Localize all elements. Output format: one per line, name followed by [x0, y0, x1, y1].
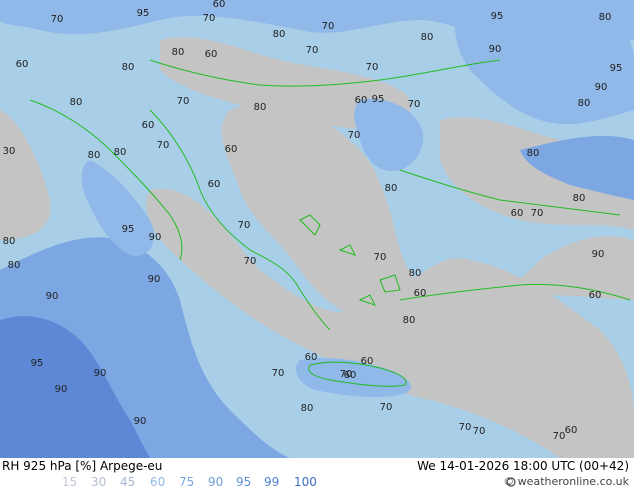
contour-label: 70 — [272, 368, 285, 379]
contour-label: 80 — [254, 102, 267, 113]
contour-label: 70 — [473, 426, 486, 437]
contour-label: 80 — [273, 29, 286, 40]
contour-label: 80 — [8, 260, 21, 271]
contour-label: 95 — [610, 63, 623, 74]
contour-label: 70 — [366, 62, 379, 73]
contour-label: 70 — [531, 208, 544, 219]
contour-label: 70 — [374, 252, 387, 263]
contour-label: 60 — [414, 288, 427, 299]
contour-label: 70 — [238, 220, 251, 231]
contour-label: 70 — [340, 369, 353, 380]
contour-label: 95 — [491, 11, 504, 22]
humidity-fields — [0, 0, 634, 458]
contour-label: 70 — [322, 21, 335, 32]
contour-label: 90 — [55, 384, 68, 395]
contour-label: 80 — [301, 403, 314, 414]
legend-item: 99 — [264, 475, 280, 489]
contour-label: 70 — [553, 431, 566, 442]
contour-label: 70 — [306, 45, 319, 56]
contour-label: 60 — [16, 59, 29, 70]
contour-label: 70 — [177, 96, 190, 107]
forecast-datetime: We 14-01-2026 18:00 UTC (00+42) — [417, 459, 629, 473]
contour-label: 60 — [589, 290, 602, 301]
contour-label: 70 — [203, 13, 216, 24]
contour-label: 90 — [148, 274, 161, 285]
contour-label: 95 — [122, 224, 135, 235]
contour-label: 60 — [213, 0, 226, 10]
contour-label: 80 — [114, 147, 127, 158]
legend-item: 30 — [91, 475, 107, 489]
contour-label: 90 — [592, 249, 605, 260]
contour-label: 80 — [403, 315, 416, 326]
contour-label: 70 — [244, 256, 257, 267]
contour-label: 60 — [355, 95, 368, 106]
contour-label: 95 — [31, 358, 44, 369]
contour-label: 60 — [361, 356, 374, 367]
contour-label: 70 — [157, 140, 170, 151]
contour-label: 30 — [3, 146, 16, 157]
contour-label: 80 — [573, 193, 586, 204]
contour-label: 80 — [172, 47, 185, 58]
contour-label: 80 — [385, 183, 398, 194]
contour-label: 60 — [511, 208, 524, 219]
legend-item: 95 — [236, 475, 252, 489]
contour-label: 80 — [3, 236, 16, 247]
contour-label: 60 — [225, 144, 238, 155]
contour-label: 70 — [51, 14, 64, 25]
relative-humidity-map: 956070 70 958080 7070608080 706080 708060 9590… — [0, 0, 634, 458]
contour-label: 90 — [595, 82, 608, 93]
contour-label: 80 — [578, 98, 591, 109]
legend-item: 75 — [179, 475, 195, 489]
legend-item: 60 — [150, 475, 166, 489]
contour-label: 60 — [208, 179, 221, 190]
contour-label: 80 — [599, 12, 612, 23]
contour-label: 70 — [459, 422, 472, 433]
contour-label: 70 — [380, 402, 393, 413]
contour-label: 95 — [372, 94, 385, 105]
contour-label: 70 — [348, 130, 361, 141]
contour-label: 90 — [94, 368, 107, 379]
contour-label: 70 — [408, 99, 421, 110]
legend-item: 15 — [62, 475, 78, 489]
contour-label: 80 — [527, 148, 540, 159]
credit-link[interactable]: © weatheronline.co.uk — [503, 475, 629, 488]
contour-label: 80 — [88, 150, 101, 161]
legend-item: 90 — [208, 475, 224, 489]
map-footer: RH 925 hPa [%] Arpege-eu We 14-01-2026 1… — [0, 458, 634, 490]
contour-label: 60 — [565, 425, 578, 436]
contour-label: 60 — [142, 120, 155, 131]
contour-label: 60 — [205, 49, 218, 60]
legend-item: 45 — [120, 475, 136, 489]
contour-label: 60 — [305, 352, 318, 363]
contour-label: 90 — [134, 416, 147, 427]
contour-label: 80 — [122, 62, 135, 73]
contour-label: 90 — [46, 291, 59, 302]
contour-label: 80 — [409, 268, 422, 279]
contour-label: 80 — [421, 32, 434, 43]
map-title: RH 925 hPa [%] Arpege-eu — [2, 459, 163, 473]
contour-label: 90 — [149, 232, 162, 243]
legend-item: 100 — [294, 475, 317, 489]
contour-label: 80 — [70, 97, 83, 108]
contour-label: 95 — [137, 8, 150, 19]
contour-label: 90 — [489, 44, 502, 55]
